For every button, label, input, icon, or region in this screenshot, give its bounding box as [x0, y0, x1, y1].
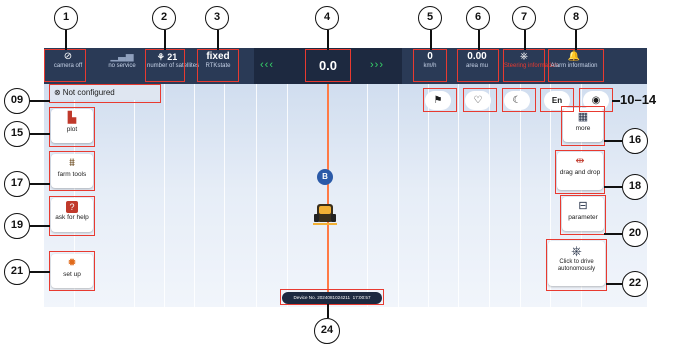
leader-line: [164, 30, 166, 50]
leader-line: [612, 100, 620, 102]
leader-line: [606, 283, 622, 285]
right-offset-arrows: ›››: [370, 59, 384, 71]
callout-1: 1: [54, 6, 78, 30]
leader-line: [575, 30, 577, 50]
highlight-box: [423, 88, 457, 112]
field-line: [134, 84, 135, 307]
callout-7: 7: [512, 6, 536, 30]
leader-line: [30, 100, 50, 102]
callout-8: 8: [564, 6, 588, 30]
field-line: [194, 84, 195, 307]
highlight-box: [49, 196, 95, 236]
callout-4: 4: [315, 6, 339, 30]
leader-line: [327, 30, 329, 50]
highlight-box: [280, 289, 384, 305]
callout-15: 15: [4, 121, 30, 147]
highlight-box: [413, 49, 447, 82]
highlight-box: [502, 88, 536, 112]
callout-6: 6: [466, 6, 490, 30]
callout-24: 24: [314, 318, 340, 344]
leader-line: [478, 30, 480, 50]
field-line: [287, 84, 288, 307]
field-line: [256, 84, 257, 307]
field-line: [458, 84, 459, 307]
highlight-box: [561, 106, 605, 146]
leader-line: [30, 271, 50, 273]
field-line: [428, 84, 429, 307]
highlight-box: [44, 49, 86, 82]
field-line: [520, 84, 521, 307]
field-line: [398, 84, 399, 307]
callout-20: 20: [622, 221, 648, 247]
callout-2: 2: [152, 6, 176, 30]
leader-line: [30, 183, 50, 185]
callout-21: 21: [4, 259, 30, 285]
field-line: [489, 84, 490, 307]
highlight-box: [463, 88, 497, 112]
callout-10-14: 10–14: [620, 92, 657, 107]
point-b-marker: B: [317, 169, 333, 185]
leader-line: [30, 225, 50, 227]
signal-icon: ▁▃▅: [110, 51, 134, 62]
callout-18: 18: [622, 174, 648, 200]
leader-line: [65, 30, 67, 50]
callout-09: 09: [4, 88, 30, 114]
leader-line: [430, 30, 432, 50]
highlight-box: [503, 49, 545, 82]
highlight-box: [49, 84, 161, 103]
leader-line: [30, 133, 50, 135]
leader-line: [604, 233, 622, 235]
highlight-box: [197, 49, 239, 82]
leader-line: [604, 140, 622, 142]
callout-19: 19: [4, 213, 30, 239]
field-line: [164, 84, 165, 307]
highlight-box: [49, 107, 95, 147]
highlight-box: [49, 151, 95, 191]
highlight-box: [555, 150, 605, 194]
field-line: [367, 84, 368, 307]
callout-22: 22: [622, 271, 648, 297]
highlight-box: [305, 49, 351, 82]
highlight-box: [49, 251, 95, 291]
field-line: [224, 84, 225, 307]
callout-3: 3: [205, 6, 229, 30]
guidance-line: [327, 84, 329, 307]
leader-line: [217, 30, 219, 50]
callout-17: 17: [4, 171, 30, 197]
leader-line: [524, 30, 526, 50]
leader-line: [327, 304, 329, 318]
tractor-icon: [313, 204, 337, 225]
leader-line: [604, 186, 622, 188]
highlight-box: [560, 195, 606, 235]
highlight-box: [145, 49, 185, 82]
highlight-box: [546, 239, 607, 291]
highlight-box: [548, 49, 604, 82]
left-offset-arrows: ‹‹‹: [260, 59, 274, 71]
callout-5: 5: [418, 6, 442, 30]
network-status: ▁▃▅ no service: [102, 51, 142, 81]
highlight-box: [457, 49, 499, 82]
callout-16: 16: [622, 128, 648, 154]
